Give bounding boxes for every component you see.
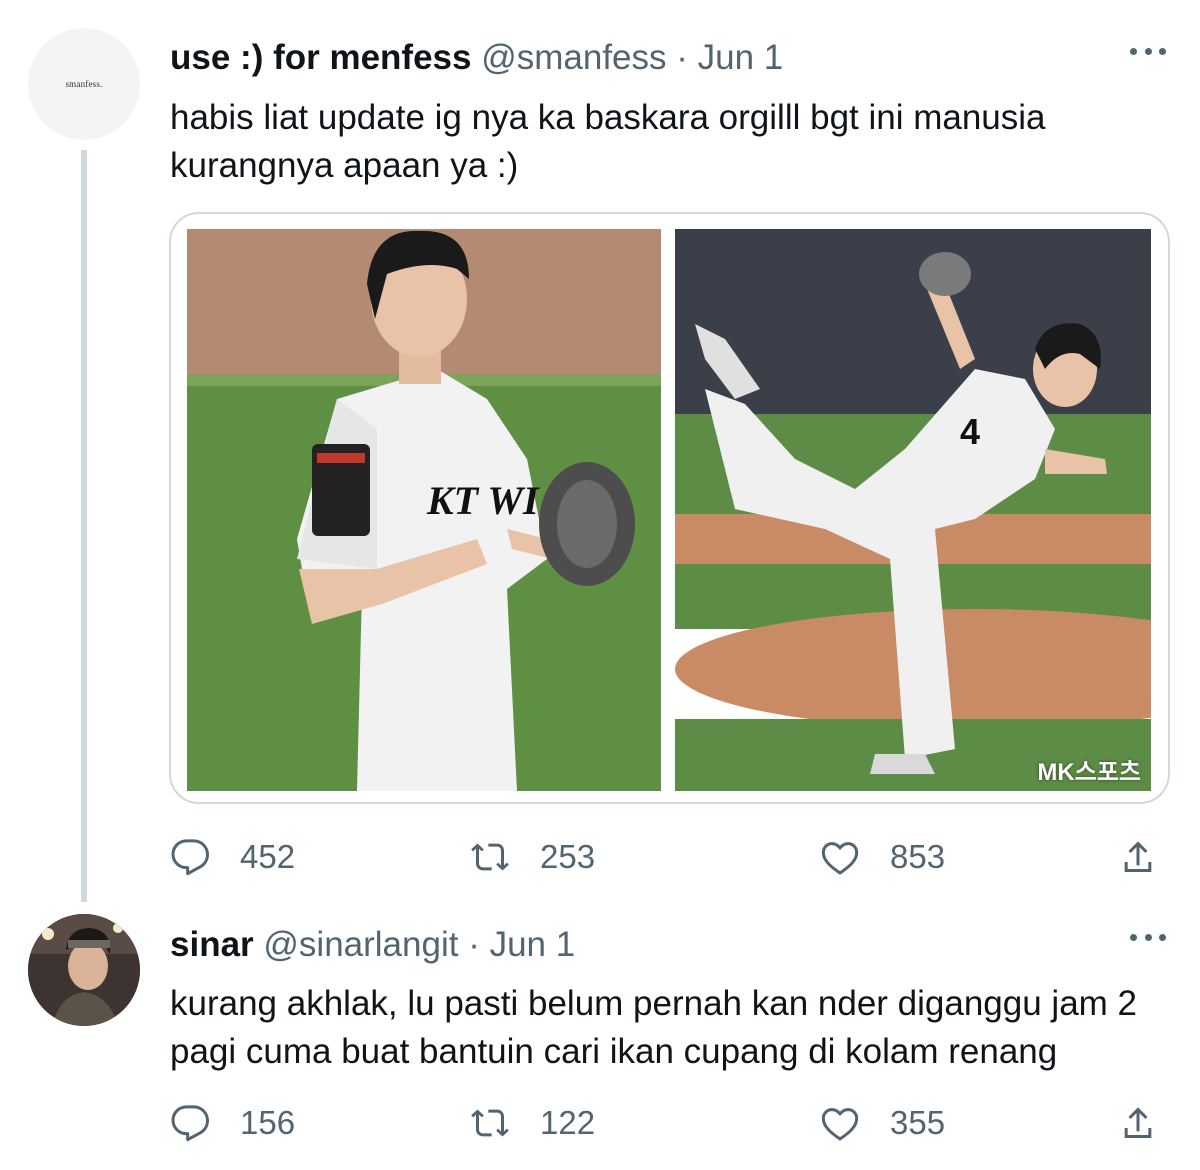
retweet-count: 122	[540, 1104, 596, 1141]
display-name[interactable]: use :) for menfess	[170, 38, 471, 77]
photo-player-pitching[interactable]: 4 MK스포츠	[675, 229, 1151, 791]
svg-text:KT WI: KT WI	[426, 478, 540, 523]
separator: ·	[468, 925, 480, 964]
retweet-icon	[471, 1109, 509, 1137]
sinar-avatar[interactable]	[28, 914, 140, 1026]
thread-line	[81, 150, 87, 902]
user-handle[interactable]: @smanfess	[481, 38, 666, 77]
more-icon[interactable]	[1130, 930, 1166, 944]
tweet-date[interactable]: Jun 1	[698, 38, 784, 77]
reply-actions: 156 122 355	[170, 1098, 1170, 1148]
like-icon	[821, 1108, 859, 1141]
avatar-logo-text: smanfess.	[65, 79, 103, 89]
tweet-actions: 452 253 853	[170, 832, 1170, 882]
tweet-text: habis liat update ig nya ka baskara orgi…	[170, 98, 1046, 185]
share-button[interactable]	[1118, 1098, 1158, 1148]
reply-button[interactable]: 156	[170, 1098, 295, 1148]
user-handle[interactable]: @sinarlangit	[263, 925, 458, 964]
share-button[interactable]	[1118, 832, 1158, 882]
reply-count: 452	[240, 838, 296, 875]
like-count: 853	[890, 838, 946, 875]
retweet-count: 253	[540, 838, 596, 875]
retweet-button[interactable]: 122	[470, 1098, 595, 1148]
like-button[interactable]: 355	[820, 1098, 945, 1148]
reply-icon	[171, 1105, 209, 1142]
photo-watermark: MK스포츠	[1037, 759, 1141, 786]
share-icon	[1124, 1107, 1152, 1138]
reply-icon	[171, 839, 209, 876]
like-count: 355	[890, 1104, 946, 1141]
reply-button[interactable]: 452	[170, 832, 295, 882]
tweet-date[interactable]: Jun 1	[490, 925, 576, 964]
reply-header: sinar @sinarlangit · Jun 1	[170, 925, 575, 965]
reply-text: kurang akhlak, lu pasti belum pernah kan…	[170, 984, 1138, 1071]
reply-count: 156	[240, 1104, 296, 1141]
retweet-icon	[471, 843, 509, 871]
svg-text:4: 4	[960, 411, 980, 452]
smanfess-avatar[interactable]: smanfess.	[28, 28, 140, 140]
more-icon[interactable]	[1130, 44, 1166, 58]
like-icon	[821, 842, 859, 875]
share-icon	[1124, 841, 1152, 872]
separator: ·	[676, 38, 688, 77]
like-button[interactable]: 853	[820, 832, 945, 882]
tweet-media[interactable]: KT WI 4 MK스포츠	[169, 212, 1170, 804]
display-name[interactable]: sinar	[170, 925, 254, 964]
retweet-button[interactable]: 253	[470, 832, 595, 882]
tweet-header: use :) for menfess @smanfess · Jun 1	[170, 38, 783, 78]
photo-player-standing[interactable]: KT WI	[187, 229, 661, 791]
